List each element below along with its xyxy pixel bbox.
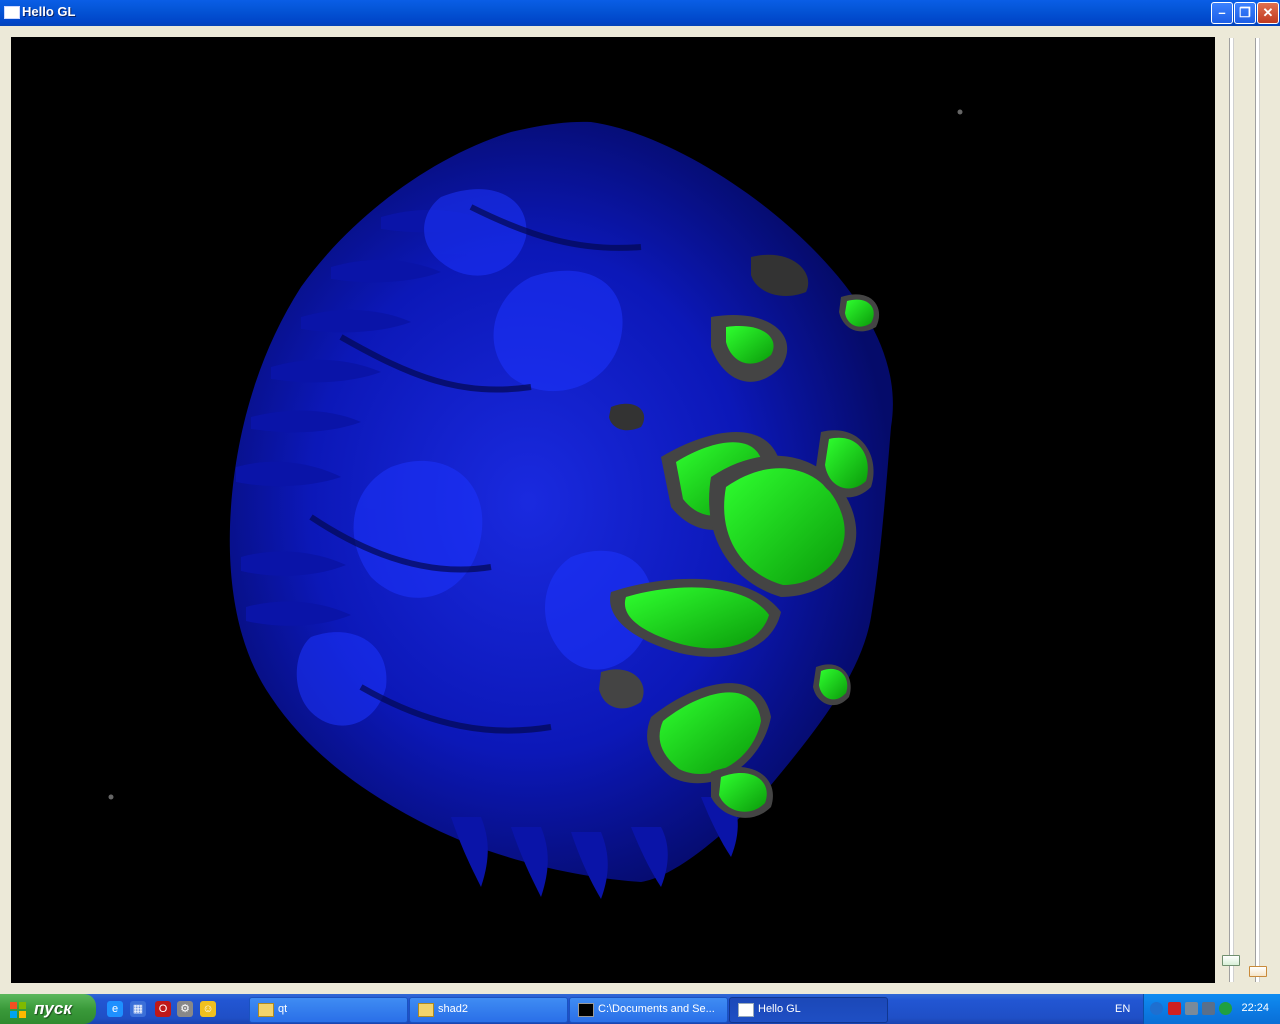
tool-icon[interactable]: ⚙: [177, 1001, 193, 1017]
vertical-slider-1-track[interactable]: [1229, 38, 1234, 982]
tray-expand-icon[interactable]: [1150, 1002, 1163, 1015]
window-client-area: [0, 26, 1280, 994]
vertical-slider-1-thumb[interactable]: [1222, 955, 1240, 966]
opengl-viewport[interactable]: [11, 37, 1215, 983]
taskbar: пуск e ▦ O ⚙ ☺ qt shad2 C:\Documents and…: [0, 994, 1280, 1024]
window-title: Hello GL: [22, 4, 76, 19]
minimize-button[interactable]: –: [1211, 2, 1233, 24]
folder-icon: [258, 1003, 274, 1017]
task-label: C:\Documents and Se...: [598, 1003, 715, 1015]
task-label: qt: [278, 1003, 288, 1015]
status-icon[interactable]: [1219, 1002, 1232, 1015]
network-icon[interactable]: [1185, 1002, 1198, 1015]
vertical-slider-2-thumb[interactable]: [1249, 966, 1267, 977]
security-shield-icon[interactable]: [1168, 1002, 1181, 1015]
star-dot: [957, 109, 963, 115]
messenger-icon[interactable]: ☺: [200, 1001, 216, 1017]
rendered-3d-surface: [108, 109, 963, 899]
task-label: Hello GL: [758, 1003, 801, 1015]
monitor-icon[interactable]: [1202, 1002, 1215, 1015]
task-qt[interactable]: qt: [249, 997, 408, 1023]
task-hello-gl[interactable]: Hello GL: [729, 997, 888, 1023]
task-label: shad2: [438, 1003, 468, 1015]
internet-explorer-icon[interactable]: e: [107, 1001, 123, 1017]
start-button[interactable]: пуск: [0, 994, 96, 1024]
star-dot: [108, 794, 114, 800]
console-icon: [578, 1003, 594, 1017]
task-shad2[interactable]: shad2: [409, 997, 568, 1023]
task-console[interactable]: C:\Documents and Se...: [569, 997, 728, 1023]
windows-flag-icon: [10, 1002, 26, 1018]
window-app-icon: [4, 6, 20, 19]
window-title-bar[interactable]: Hello GL – ❐ ✕: [0, 0, 1280, 26]
start-label: пуск: [34, 999, 72, 1018]
language-indicator[interactable]: EN: [1115, 1003, 1130, 1015]
show-desktop-icon[interactable]: ▦: [130, 1001, 146, 1017]
system-tray: 22:24: [1143, 994, 1280, 1024]
close-button[interactable]: ✕: [1257, 2, 1279, 24]
clock[interactable]: 22:24: [1241, 1002, 1269, 1014]
folder-icon: [418, 1003, 434, 1017]
restore-button[interactable]: ❐: [1234, 2, 1256, 24]
opera-icon[interactable]: O: [155, 1001, 171, 1017]
vertical-slider-2-track[interactable]: [1255, 38, 1260, 982]
window-app-icon: [738, 1003, 754, 1017]
